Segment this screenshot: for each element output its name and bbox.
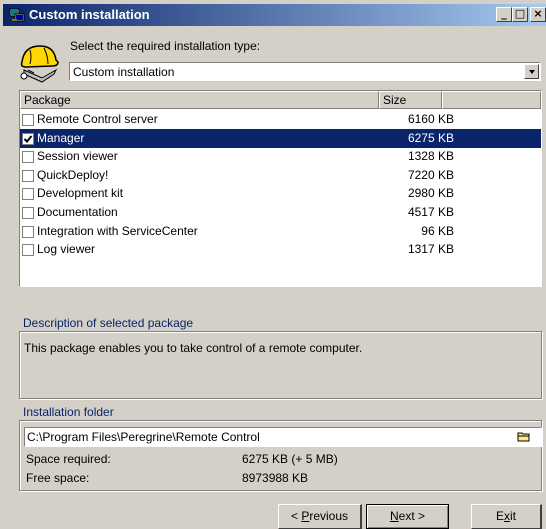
package-size: 1317 KB [407, 242, 454, 256]
close-icon: × [533, 7, 543, 20]
package-row[interactable]: Session viewer 1328 KB [20, 147, 541, 166]
browse-folder-icon[interactable] [515, 427, 533, 445]
package-name: Session viewer [37, 149, 118, 163]
package-size: 7220 KB [407, 168, 454, 182]
package-name: Documentation [37, 205, 118, 219]
exit-button-pre: E [495, 509, 504, 523]
description-text: This package enables you to take control… [24, 341, 363, 355]
package-checkbox[interactable] [22, 207, 34, 219]
exit-button-post: it [510, 509, 516, 523]
space-required-label: Space required: [26, 452, 111, 466]
package-row[interactable]: QuickDeploy! 7220 KB [20, 166, 541, 185]
hard-hat-install-icon [20, 45, 59, 83]
package-name: QuickDeploy! [37, 168, 109, 182]
window-title: Custom installation [29, 7, 150, 22]
package-size: 6160 KB [407, 112, 454, 126]
description-group-label: Description of selected package [22, 316, 195, 330]
package-checkbox[interactable] [22, 133, 34, 145]
minimize-button[interactable]: _ [496, 7, 512, 22]
maximize-icon: □ [514, 7, 526, 20]
free-space-label: Free space: [26, 471, 90, 485]
app-icon [9, 8, 25, 22]
column-header-size[interactable]: Size [379, 91, 442, 109]
title-bar[interactable]: Custom installation _ □ × [3, 4, 546, 26]
package-name: Development kit [37, 186, 124, 200]
installation-folder-label: Installation folder [22, 405, 115, 419]
package-checkbox[interactable] [22, 170, 34, 182]
package-row[interactable]: Development kit 2980 KB [20, 184, 541, 203]
list-header: Package Size [20, 91, 541, 109]
package-size: 96 KB [421, 224, 454, 238]
package-size: 4517 KB [407, 205, 454, 219]
package-row[interactable]: Documentation 4517 KB [20, 203, 541, 222]
column-header-filler [442, 91, 541, 109]
package-row[interactable]: Manager 6275 KB [20, 129, 541, 148]
dropdown-button[interactable] [524, 64, 539, 79]
chevron-down-icon [529, 70, 535, 74]
free-space-value: 8973988 KB [242, 471, 309, 485]
package-row[interactable]: Remote Control server 6160 KB [20, 110, 541, 129]
install-type-value: Custom installation [73, 65, 175, 79]
package-name: Integration with ServiceCenter [37, 224, 198, 238]
exit-button[interactable]: Exit [471, 504, 542, 529]
package-row[interactable]: Log viewer 1317 KB [20, 240, 541, 259]
package-list[interactable]: Package Size Remote Control server 6160 K… [19, 90, 542, 287]
package-name: Manager [37, 131, 85, 145]
checkmark-icon [23, 135, 33, 143]
package-checkbox[interactable] [22, 151, 34, 163]
package-size: 2980 KB [407, 186, 454, 200]
installation-folder-field[interactable]: C:\Program Files\Peregrine\Remote Contro… [24, 427, 542, 447]
space-required-value: 6275 KB (+ 5 MB) [242, 452, 338, 466]
next-button[interactable]: Next > [366, 504, 449, 529]
package-name: Log viewer [37, 242, 96, 256]
close-button[interactable]: × [530, 7, 546, 22]
install-type-dropdown[interactable]: Custom installation [69, 62, 541, 81]
package-checkbox[interactable] [22, 188, 34, 200]
package-checkbox[interactable] [22, 244, 34, 256]
package-checkbox[interactable] [22, 226, 34, 238]
minimize-icon: _ [501, 7, 507, 20]
column-header-package[interactable]: Package [20, 91, 379, 109]
next-button-post: ext > [398, 509, 426, 523]
package-name: Remote Control server [37, 112, 158, 126]
package-checkbox[interactable] [22, 114, 34, 126]
package-size: 6275 KB [407, 131, 454, 145]
package-size: 1328 KB [407, 149, 454, 163]
installation-folder-path: C:\Program Files\Peregrine\Remote Contro… [27, 430, 260, 444]
install-type-prompt: Select the required installation type: [70, 39, 261, 53]
maximize-button[interactable]: □ [512, 7, 528, 22]
package-row[interactable]: Integration with ServiceCenter 96 KB [20, 222, 541, 241]
next-button-mnemonic: N [389, 509, 399, 523]
previous-button-pre: < [290, 509, 302, 523]
previous-button-post: revious [309, 509, 349, 523]
installer-window: Custom installation _ □ × Select the req… [0, 0, 546, 529]
previous-button[interactable]: < Previous [278, 504, 362, 529]
